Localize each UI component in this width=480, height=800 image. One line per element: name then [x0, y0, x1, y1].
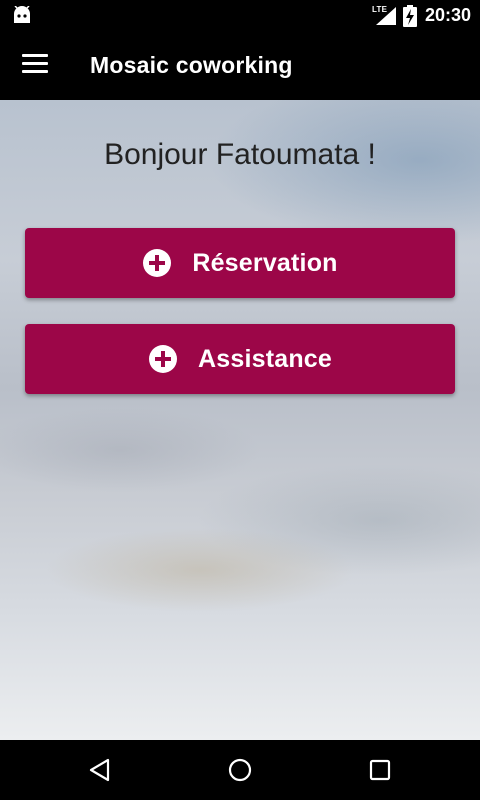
navigation-bar — [0, 740, 480, 800]
hamburger-menu-icon[interactable] — [22, 54, 48, 76]
signal-icon — [376, 7, 396, 25]
android-icon — [14, 6, 30, 23]
assistance-button[interactable]: Assistance — [25, 324, 455, 394]
status-bar: LTE 20:30 — [0, 0, 480, 32]
app-bar: Mosaic coworking — [0, 32, 480, 100]
home-icon[interactable] — [226, 756, 254, 784]
app-title: Mosaic coworking — [90, 52, 293, 78]
greeting-text: Bonjour Fatoumata ! — [104, 138, 376, 171]
plus-circle-icon — [143, 249, 172, 277]
main-content: Bonjour Fatoumata ! Réservation Assistan… — [0, 100, 480, 740]
recents-icon[interactable] — [366, 756, 394, 784]
assistance-button-label: Assistance — [197, 344, 333, 373]
reservation-button-label: Réservation — [192, 248, 338, 277]
reservation-button[interactable]: Réservation — [25, 228, 455, 298]
status-time: 20:30 — [425, 5, 472, 25]
back-icon[interactable] — [86, 756, 114, 784]
battery-charging-icon — [403, 5, 417, 27]
plus-circle-icon — [148, 345, 177, 373]
